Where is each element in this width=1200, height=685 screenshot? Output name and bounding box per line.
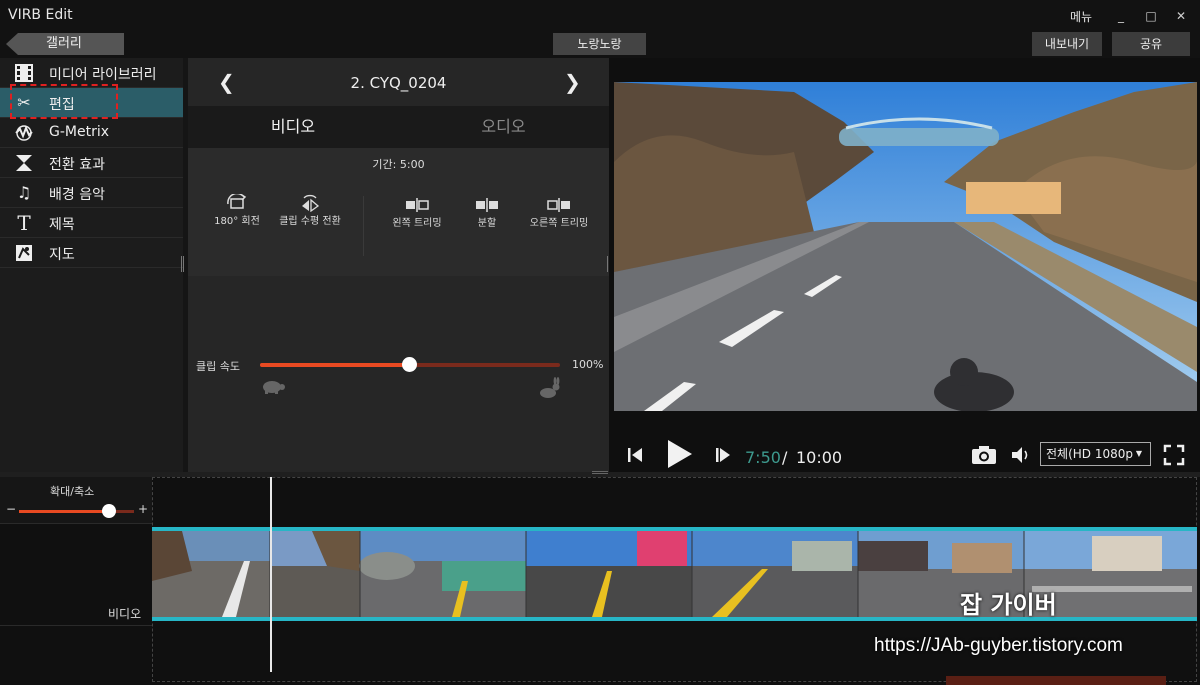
close-button[interactable]: ✕ xyxy=(1170,6,1192,26)
text-icon: T xyxy=(17,211,31,235)
clip-thumbnail[interactable] xyxy=(270,531,360,617)
app-title: VIRB Edit xyxy=(8,7,73,23)
splitter-grip[interactable] xyxy=(181,256,184,272)
film-icon xyxy=(14,63,34,83)
next-frame-icon[interactable] xyxy=(712,446,732,464)
project-title[interactable]: 노랑노랑 xyxy=(553,33,646,55)
road-scene-image xyxy=(614,82,1197,411)
gallery-back-button[interactable]: 갤러리 xyxy=(6,33,124,55)
clip-thumbnail[interactable] xyxy=(526,531,692,617)
trim-right-icon xyxy=(547,198,570,212)
menu-button[interactable]: 메뉴 xyxy=(1070,8,1092,25)
chevron-down-icon: ▼ xyxy=(1135,449,1142,458)
trim-left-button[interactable]: 왼쪽 트리밍 xyxy=(386,196,448,230)
time-separator: / xyxy=(782,448,788,467)
timeline-scrollbar[interactable] xyxy=(946,676,1166,685)
gmetrix-icon xyxy=(14,123,34,143)
video-frame[interactable] xyxy=(614,82,1197,411)
flip-icon xyxy=(302,194,320,212)
quality-value: 전체(HD 1080p xyxy=(1046,447,1133,461)
trim-right-button[interactable]: 오른쪽 트리밍 xyxy=(528,196,590,230)
title-bar: VIRB Edit 메뉴 _ □ ✕ xyxy=(0,0,1200,32)
rotate-button[interactable]: 180° 회전 xyxy=(206,194,268,228)
split-icon xyxy=(476,198,498,212)
watermark-url: https://JAb-guyber.tistory.com xyxy=(874,635,1123,656)
clip-speed-value: 100% xyxy=(572,358,604,371)
timeline-playhead[interactable] xyxy=(270,477,272,672)
rotate-icon xyxy=(227,194,247,209)
video-track-label: 비디오 xyxy=(108,607,142,621)
sidebar-item-label: 전환 효과 xyxy=(49,157,105,173)
zoom-fill xyxy=(19,510,109,513)
split-label: 분할 xyxy=(477,218,497,229)
sidebar-item-label: 배경 음악 xyxy=(49,187,105,203)
split-button[interactable]: 분할 xyxy=(456,196,518,230)
rotate-label: 180° 회전 xyxy=(214,216,260,227)
sidebar-item-gmetrix[interactable]: G-Metrix xyxy=(0,118,183,148)
music-note-icon: ♫ xyxy=(16,183,32,202)
maximize-button[interactable]: □ xyxy=(1140,6,1162,26)
total-time: 10:00 xyxy=(796,448,843,467)
clip-speed-handle[interactable] xyxy=(402,357,417,372)
highlight-box xyxy=(10,84,118,119)
sidebar-item-transitions[interactable]: 전환 효과 xyxy=(0,148,183,178)
zoom-handle[interactable] xyxy=(102,504,116,518)
clip-thumbnail[interactable] xyxy=(692,531,858,617)
sidebar-item-label: 제목 xyxy=(49,217,75,233)
transition-icon xyxy=(14,153,34,173)
zoom-in-button[interactable]: + xyxy=(138,502,148,516)
tab-video[interactable]: 비디오 xyxy=(188,106,398,148)
flip-label: 클립 수평 전환 xyxy=(279,216,341,227)
clip-speed-label: 클립 속도 xyxy=(196,360,240,373)
turtle-icon xyxy=(263,381,285,394)
current-time: 7:50 xyxy=(745,448,781,467)
clip-thumbnail[interactable] xyxy=(152,531,270,617)
quality-dropdown[interactable]: 전체(HD 1080p ▼ xyxy=(1040,442,1151,466)
volume-icon[interactable] xyxy=(1010,445,1032,465)
sidebar-item-label: 지도 xyxy=(49,247,75,263)
sidebar-item-label: G-Metrix xyxy=(49,124,110,140)
watermark-name: 잡 가이버 xyxy=(960,591,1057,619)
sidebar-item-title[interactable]: T 제목 xyxy=(0,208,183,238)
play-icon[interactable] xyxy=(664,438,694,470)
trim-left-icon xyxy=(406,198,429,212)
flip-horizontal-button[interactable]: 클립 수평 전환 xyxy=(279,194,341,228)
zoom-label: 확대/축소 xyxy=(50,485,95,498)
minimize-button[interactable]: _ xyxy=(1110,6,1132,26)
clip-duration: 기간: 5:00 xyxy=(372,158,425,171)
rabbit-icon xyxy=(540,377,560,398)
next-clip-button[interactable]: ❯ xyxy=(564,70,581,94)
share-button[interactable]: 공유 xyxy=(1112,32,1190,56)
divider xyxy=(363,196,364,256)
clip-speed-fill xyxy=(260,363,410,367)
tab-audio[interactable]: 오디오 xyxy=(398,106,609,148)
trim-right-label: 오른쪽 트리밍 xyxy=(529,218,589,229)
fullscreen-icon[interactable] xyxy=(1163,444,1185,466)
zoom-out-button[interactable]: − xyxy=(6,502,16,516)
map-icon xyxy=(14,243,34,263)
camera-icon[interactable] xyxy=(970,444,998,466)
clip-thumbnail[interactable] xyxy=(359,531,526,617)
sidebar-item-background-music[interactable]: ♫ 배경 음악 xyxy=(0,178,183,208)
previous-frame-icon[interactable] xyxy=(626,446,646,464)
clip-title: 2. CYQ_0204 xyxy=(350,74,447,92)
divider xyxy=(0,625,152,626)
timeline-grip[interactable] xyxy=(592,471,608,474)
sidebar-item-label: 미디어 라이브러리 xyxy=(49,67,157,83)
sidebar-item-map[interactable]: 지도 xyxy=(0,238,183,268)
sidebar: 미디어 라이브러리 ✂ 편집 G-Metrix 전환 효과 ♫ 배경 음악 T … xyxy=(0,58,183,472)
export-button[interactable]: 내보내기 xyxy=(1032,32,1102,56)
trim-left-label: 왼쪽 트리밍 xyxy=(392,218,442,229)
divider xyxy=(0,523,152,524)
